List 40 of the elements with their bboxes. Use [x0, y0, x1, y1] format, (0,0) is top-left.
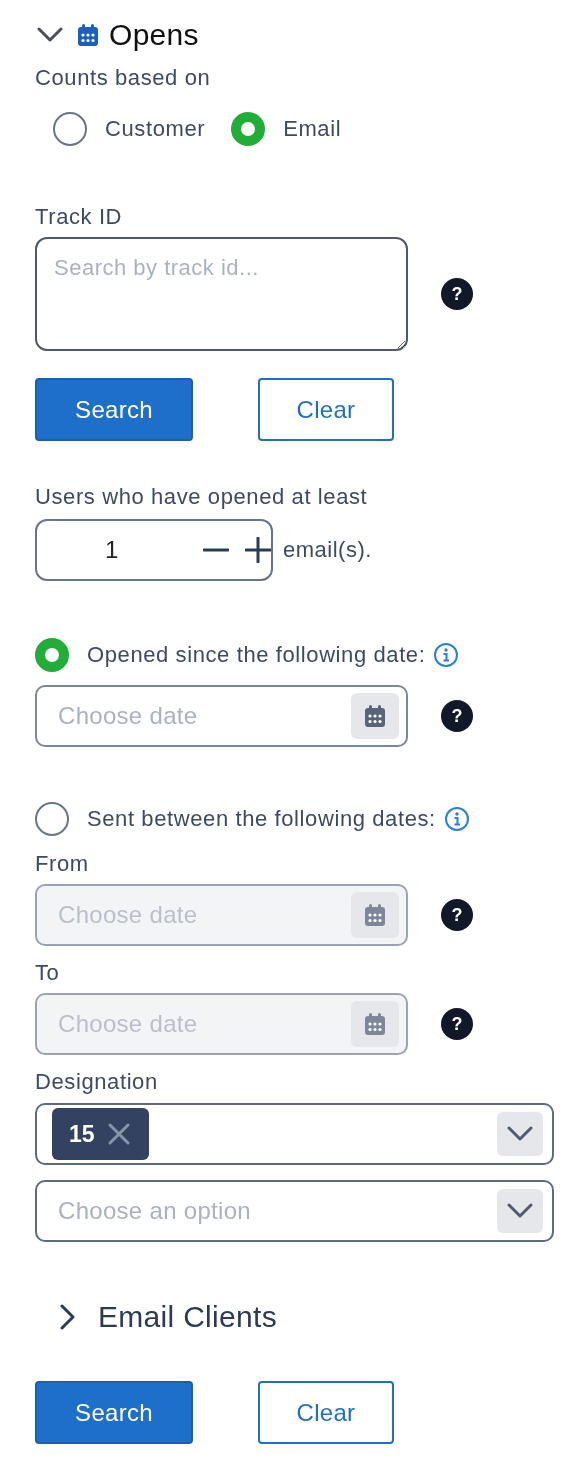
chevron-down-icon [507, 1126, 533, 1142]
help-icon[interactable]: ? [441, 278, 473, 310]
field-label: From [35, 850, 90, 878]
collapsible-header[interactable]: Opens [35, 15, 199, 55]
chevron-down-icon [507, 1203, 533, 1219]
radio-label: Email [283, 116, 342, 142]
calendar-icon [364, 904, 386, 926]
search-button[interactable]: Search [35, 378, 193, 441]
field-label: Track ID [35, 203, 124, 231]
calendar-icon [364, 1013, 386, 1035]
info-icon [443, 806, 470, 832]
radio-button[interactable] [35, 638, 69, 672]
minus-icon [203, 548, 229, 552]
field-label: Designation [35, 1068, 159, 1096]
clear-button[interactable]: Clear [258, 378, 394, 441]
info-icon [433, 642, 460, 668]
field-label: Users who have opened at least [35, 483, 369, 511]
radio-button[interactable] [231, 112, 266, 146]
close-icon [106, 1122, 131, 1146]
track-id-field[interactable]: Search by track id... [35, 237, 408, 351]
search-button[interactable]: Search [35, 1381, 193, 1444]
number-stepper[interactable]: 1 [35, 519, 273, 581]
chevron-icon [60, 1304, 76, 1330]
select-field[interactable]: 15 [35, 1103, 554, 1165]
field-label: Counts based on [35, 64, 212, 92]
radio-label: Customer [105, 116, 206, 142]
radio-label: Opened since the following date: [87, 642, 426, 668]
clear-button[interactable]: Clear [258, 1381, 394, 1444]
plus-icon [245, 537, 271, 563]
calendar-icon [364, 705, 386, 727]
field-label: To [35, 959, 61, 987]
collapsible-header[interactable]: Email Clients [35, 1297, 277, 1337]
calendar-icon [77, 24, 99, 46]
help-icon[interactable]: ? [441, 700, 473, 732]
radio-button[interactable] [53, 112, 87, 146]
tag-chip[interactable]: 15 [52, 1108, 149, 1160]
radio-button[interactable] [35, 802, 69, 836]
radio-label: Sent between the following dates: [87, 806, 436, 832]
chevron-icon [37, 27, 63, 43]
unit-label: email(s). [283, 537, 372, 563]
